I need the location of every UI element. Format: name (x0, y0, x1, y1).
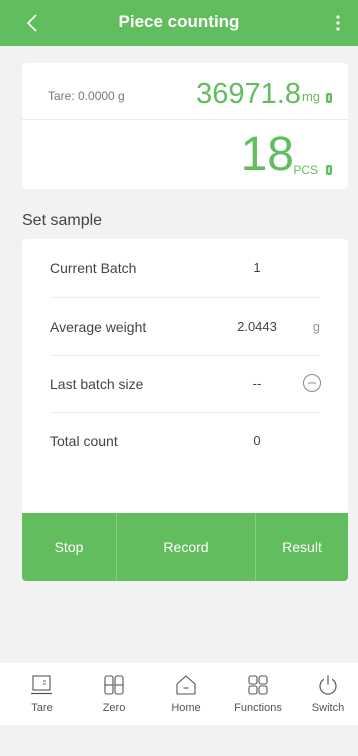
row-label: Average weight (50, 319, 147, 335)
nav-item-functions[interactable]: Functions (222, 663, 294, 725)
count-stable-icon (326, 165, 332, 175)
nav-item-tare[interactable]: Tare (6, 663, 78, 725)
total-count-row: Total count 0 (22, 412, 348, 468)
row-value: 2.0443 (237, 319, 277, 334)
weight-stable-icon (326, 93, 332, 103)
card-divider (22, 119, 348, 120)
bottom-nav: Tare Zero Home Functions Switch (0, 663, 358, 725)
piece-count-value: 18 (240, 128, 294, 181)
row-label: Total count (50, 433, 118, 449)
nav-label: Home (171, 702, 201, 714)
row-value: 1 (253, 260, 261, 275)
home-icon (176, 675, 196, 695)
row-label: Last batch size (50, 376, 144, 392)
functions-icon (248, 675, 268, 695)
page-title: Piece counting (118, 12, 240, 31)
sample-card: Current Batch 1 Average weight 2.0443 g … (22, 239, 348, 581)
minus-circle-icon[interactable] (302, 373, 322, 393)
zero-icon (104, 675, 124, 695)
row-value: 0 (253, 433, 261, 448)
tare-icon (31, 675, 52, 695)
row-unit: g (312, 319, 320, 334)
row-value: -- (252, 376, 262, 391)
action-bar: Stop Record Result (22, 513, 348, 581)
average-weight-row: Average weight 2.0443 g (22, 298, 348, 354)
nav-item-home[interactable]: Home (150, 663, 222, 725)
nav-label: Functions (234, 702, 282, 714)
weight-readout-card: Tare: 0.0000 g 36971.8 mg 18 PCS (22, 63, 348, 189)
power-icon (319, 675, 337, 695)
result-button[interactable]: Result (256, 513, 348, 581)
nav-item-zero[interactable]: Zero (78, 663, 150, 725)
row-label: Current Batch (50, 260, 137, 276)
record-button[interactable]: Record (117, 513, 255, 581)
more-vertical-icon[interactable] (328, 12, 348, 34)
nav-label: Zero (102, 702, 126, 714)
nav-label: Switch (311, 702, 345, 714)
nav-label: Tare (31, 702, 53, 714)
weight-value: 36971.8 (196, 78, 301, 110)
nav-item-switch[interactable]: Switch (292, 663, 358, 725)
current-batch-row: Current Batch 1 (22, 239, 348, 295)
stop-button[interactable]: Stop (22, 513, 116, 581)
piece-count-unit: PCS (293, 163, 318, 177)
last-batch-size-row: Last batch size -- (22, 355, 348, 411)
app-header: Piece counting (0, 0, 358, 46)
tare-value: Tare: 0.0000 g (48, 89, 125, 103)
section-title: Set sample (22, 212, 103, 229)
weight-unit: mg (301, 89, 320, 104)
